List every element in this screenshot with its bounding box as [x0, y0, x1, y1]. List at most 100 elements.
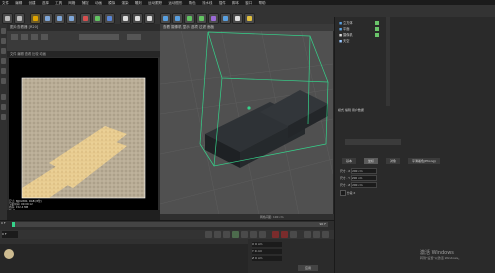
size-x-field[interactable]: 尺寸 . X 200 cm [340, 168, 378, 174]
keyframe-selection-icon[interactable] [290, 231, 297, 238]
play-icon[interactable] [232, 231, 239, 238]
render-settings-icon[interactable] [144, 13, 155, 24]
scale-key-icon[interactable] [313, 231, 320, 238]
zoom-slider[interactable] [79, 34, 119, 40]
render-picture-viewer-icon[interactable] [132, 13, 143, 24]
pen-icon[interactable] [172, 13, 183, 24]
cube-object-icon: ■ [339, 21, 343, 25]
axis-y-icon[interactable] [92, 13, 103, 24]
field-input[interactable]: 200 cm [351, 182, 378, 188]
object-manager: ■ 立方体 ■ 平面 ■ 摄像机 ■ 天空 [334, 17, 495, 106]
object-row[interactable]: ■ 立方体 [339, 21, 353, 26]
segments-checkbox-row[interactable]: 分段 X [340, 190, 356, 196]
checkbox-label: 分段 X [346, 191, 356, 195]
auto-key-icon[interactable] [281, 231, 288, 238]
coord-y-field[interactable]: Y 0 cm [252, 249, 282, 254]
previous-frame-icon[interactable] [223, 231, 230, 238]
camera-icon[interactable] [232, 13, 243, 24]
tab-basic[interactable]: 基本 [342, 158, 357, 164]
position-key-icon[interactable] [304, 231, 311, 238]
edges-mode-icon[interactable] [1, 68, 6, 74]
field-value: 200 cm [351, 176, 363, 180]
coordinates-manager: X 0 cm Y 0 cm Z 0 cm 应用 [248, 239, 334, 273]
lock-icon[interactable] [1, 114, 6, 120]
viewport-menu[interactable]: 查看 摄像机 显示 选项 过滤 面板 [160, 24, 336, 31]
object-row[interactable]: ■ 天空 [339, 39, 349, 44]
playhead[interactable] [12, 222, 15, 227]
light-icon[interactable] [244, 13, 255, 24]
snap-icon[interactable] [1, 94, 6, 100]
size-z-field[interactable]: 尺寸 . Z 200 cm [340, 182, 378, 188]
stop-button[interactable] [21, 34, 28, 40]
field-label: 尺寸 . X [340, 169, 351, 173]
field-input[interactable]: 200 cm [350, 175, 377, 181]
rotation-key-icon[interactable] [322, 231, 329, 238]
tab-object[interactable]: 对象 [386, 158, 401, 164]
compare-button[interactable] [41, 34, 48, 40]
rendered-stairs [21, 77, 146, 199]
go-to-start-icon[interactable] [205, 231, 212, 238]
polygons-mode-icon[interactable] [1, 78, 6, 84]
next-key-icon[interactable] [250, 231, 257, 238]
check-icon[interactable] [375, 27, 379, 31]
record-icon[interactable] [272, 231, 279, 238]
current-frame-field[interactable]: 0 F [2, 231, 18, 238]
go-to-end-icon[interactable] [259, 231, 266, 238]
material-manager-menu [0, 239, 248, 244]
workplane-icon[interactable] [1, 104, 6, 110]
tab-phong[interactable]: 平滑着色(Phong) [408, 158, 440, 164]
rotate-icon[interactable] [66, 13, 77, 24]
subdivision-icon[interactable] [184, 13, 195, 24]
render-view-icon[interactable] [120, 13, 131, 24]
points-mode-icon[interactable] [1, 58, 6, 64]
size-y-field[interactable]: 尺寸 . Y 200 cm [340, 175, 377, 181]
viewport-scene [160, 24, 333, 220]
floor-icon[interactable] [220, 13, 231, 24]
material-manager [0, 239, 248, 273]
array-icon[interactable] [196, 13, 207, 24]
field-input[interactable]: 200 cm [351, 168, 378, 174]
attribute-manager-header: 模式 编辑 用户数据 [338, 108, 364, 112]
timeline-ruler[interactable]: 90 F [12, 222, 328, 227]
coord-x-field[interactable]: X 0 cm [252, 242, 282, 247]
deformer-icon[interactable] [208, 13, 219, 24]
render-button[interactable] [11, 34, 18, 40]
texture-mode-icon[interactable] [1, 48, 6, 54]
move-icon[interactable] [42, 13, 53, 24]
cube-icon[interactable] [160, 13, 171, 24]
scale-icon[interactable] [54, 13, 65, 24]
check-icon[interactable] [375, 21, 379, 25]
watermark-line: 激活 Windows [420, 250, 454, 256]
render-image [9, 58, 158, 210]
picture-viewer-title: 图片查看器 [R20] [7, 24, 163, 31]
3d-viewport[interactable] [160, 24, 333, 220]
axis-z-icon[interactable] [104, 13, 115, 24]
picture-viewer-menu: 文件 编辑 查看 比较 动画 [7, 51, 163, 57]
field-label: 尺寸 . Z [340, 183, 351, 187]
object-name: 立方体 [343, 21, 353, 25]
checkbox[interactable] [340, 190, 346, 196]
picture-viewer-toolbar [7, 31, 160, 51]
next-frame-icon[interactable] [241, 231, 248, 238]
undo-icon[interactable] [2, 13, 13, 24]
axis-x-icon[interactable] [80, 13, 91, 24]
watermark-line: 转到"设置"以激活 Windows。 [420, 256, 462, 260]
check-icon[interactable] [375, 33, 379, 37]
save-button[interactable] [31, 34, 38, 40]
timeline-start-label: 0 F [1, 221, 6, 225]
coord-z-field[interactable]: Z 0 cm [252, 256, 282, 261]
attribute-object-title [345, 139, 401, 145]
zoom-dropdown[interactable] [127, 34, 141, 40]
apply-button[interactable]: 应用 [298, 265, 318, 271]
model-mode-icon[interactable] [1, 38, 6, 44]
object-row[interactable]: ■ 平面 [339, 27, 349, 32]
field-label: 尺寸 . Y [340, 176, 350, 180]
material-swatch[interactable] [4, 249, 14, 259]
make-editable-icon[interactable] [1, 28, 6, 34]
live-select-icon[interactable] [30, 13, 41, 24]
object-row[interactable]: ■ 摄像机 [339, 33, 353, 38]
tab-coordinates[interactable]: 坐标 [364, 158, 379, 164]
object-name: 摄像机 [343, 33, 353, 37]
redo-icon[interactable] [14, 13, 25, 24]
previous-key-icon[interactable] [214, 231, 221, 238]
